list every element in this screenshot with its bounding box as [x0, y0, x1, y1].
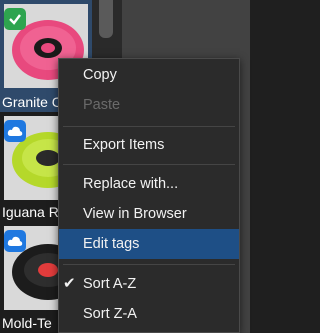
menu-item-label: View in Browser	[83, 206, 187, 222]
menu-item-export[interactable]: Export Items	[59, 130, 239, 160]
cloud-icon	[4, 120, 26, 142]
menu-item-edit-tags[interactable]: Edit tags	[59, 229, 239, 259]
menu-separator	[63, 164, 235, 165]
asset-name: Iguana R	[2, 204, 59, 220]
context-menu: Copy Paste Export Items Replace with... …	[58, 58, 240, 333]
menu-item-sort-z-a[interactable]: Sort Z-A	[59, 299, 239, 329]
menu-separator	[63, 264, 235, 265]
menu-item-label: Export Items	[83, 137, 165, 153]
menu-item-label: Paste	[83, 97, 121, 113]
synced-check-icon	[4, 8, 26, 30]
menu-item-label: Sort Z-A	[83, 306, 137, 322]
menu-item-label: Sort A-Z	[83, 276, 137, 292]
menu-item-view-in-browser[interactable]: View in Browser	[59, 199, 239, 229]
asset-name: Mold-Te	[2, 315, 52, 331]
asset-name: Granite C	[2, 94, 62, 110]
cloud-icon	[4, 230, 26, 252]
menu-item-label: Edit tags	[83, 236, 140, 252]
menu-item-replace[interactable]: Replace with...	[59, 169, 239, 199]
menu-item-copy[interactable]: Copy	[59, 60, 239, 90]
menu-item-label: Replace with...	[83, 176, 179, 192]
checkmark-icon: ✔	[63, 275, 76, 292]
menu-item-sort-a-z[interactable]: ✔ Sort A-Z	[59, 269, 239, 299]
menu-item-label: Copy	[83, 67, 117, 83]
menu-separator	[63, 126, 235, 127]
menu-item-paste: Paste	[59, 90, 239, 120]
scrollbar-thumb[interactable]	[99, 0, 113, 38]
